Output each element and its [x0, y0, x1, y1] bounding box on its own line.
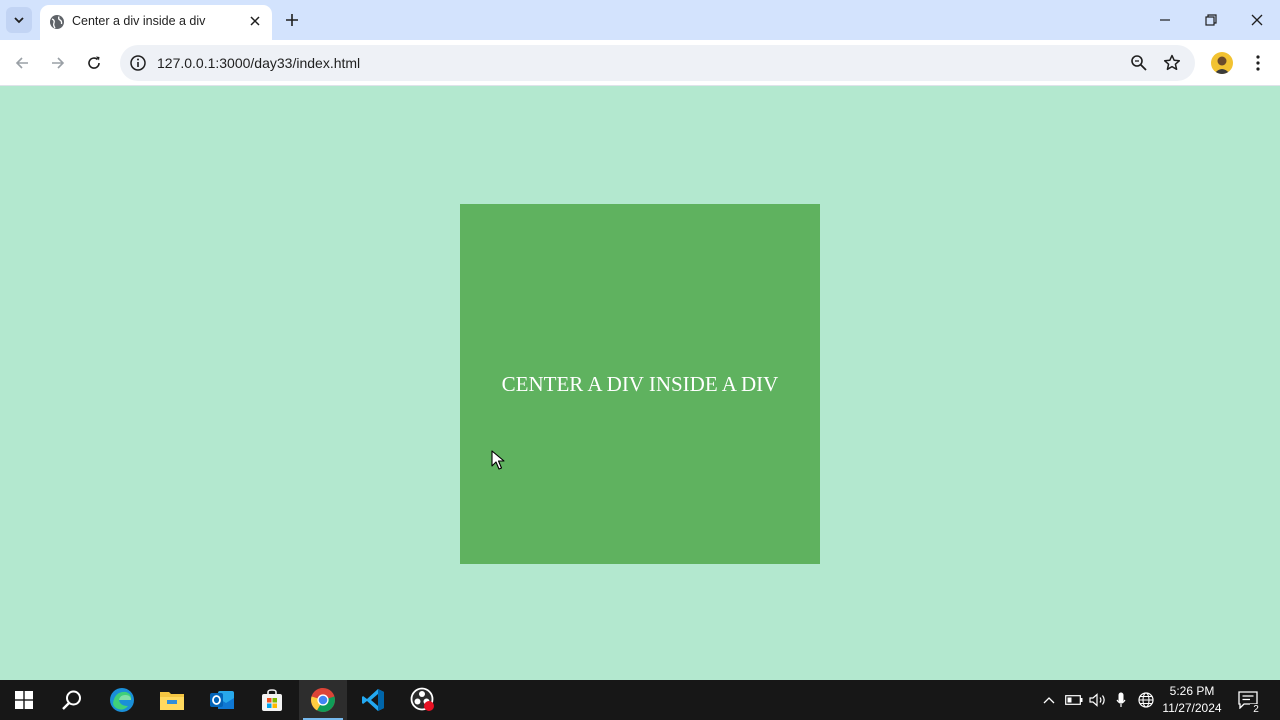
minimize-icon [1160, 19, 1170, 21]
obs-icon [410, 687, 434, 711]
new-tab-button[interactable] [280, 8, 304, 32]
restore-icon [1205, 14, 1217, 26]
chevron-down-icon [14, 17, 24, 24]
person-icon [1214, 56, 1230, 74]
tab-title: Center a div inside a div [72, 14, 206, 28]
window-close-button[interactable] [1234, 0, 1280, 40]
info-icon[interactable] [129, 54, 147, 72]
chevron-up-icon [1043, 697, 1055, 704]
reload-icon [88, 56, 100, 69]
taskbar-clock[interactable]: 5:26 PM 11/27/2024 [1158, 683, 1226, 717]
taskbar-obs[interactable] [399, 680, 447, 720]
tray-microphone[interactable] [1111, 680, 1131, 720]
speaker-icon [1089, 693, 1105, 707]
minimize-button[interactable] [1142, 0, 1188, 40]
outlook-icon [210, 691, 234, 709]
edge-icon [110, 688, 134, 712]
plus-icon [286, 14, 298, 26]
taskbar: 5:26 PM 11/27/2024 2 [0, 680, 1280, 720]
more-vert-icon [1256, 55, 1260, 71]
mouse-cursor-icon [491, 450, 505, 470]
profile-avatar[interactable] [1211, 52, 1233, 74]
clock-time: 5:26 PM [1169, 684, 1215, 698]
close-icon [250, 16, 260, 26]
start-button[interactable] [0, 680, 48, 720]
star-icon[interactable] [1162, 53, 1182, 73]
centered-box: CENTER A DIV INSIDE A DIV [460, 204, 820, 564]
taskbar-outlook[interactable] [198, 680, 246, 720]
globe-icon [50, 15, 64, 29]
box-text: CENTER A DIV INSIDE A DIV [501, 371, 779, 396]
forward-button[interactable] [44, 49, 72, 77]
microphone-icon [1116, 692, 1126, 707]
taskbar-file-explorer[interactable] [148, 680, 196, 720]
file-explorer-icon [160, 692, 184, 710]
vscode-icon [362, 689, 384, 711]
tray-overflow-button[interactable] [1040, 680, 1058, 720]
zoom-icon[interactable] [1129, 53, 1149, 73]
browser-tab-active[interactable]: Center a div inside a div [40, 5, 272, 40]
tab-search-button[interactable] [6, 7, 32, 33]
store-icon [262, 689, 282, 711]
taskbar-edge[interactable] [98, 680, 146, 720]
back-button[interactable] [8, 49, 36, 77]
globe-icon [1138, 692, 1154, 708]
close-icon [1251, 14, 1263, 26]
chrome-icon [311, 688, 335, 712]
windows-start-icon [15, 691, 33, 709]
notification-count: 2 [1250, 704, 1262, 716]
taskbar-store[interactable] [248, 680, 296, 720]
notification-center-button[interactable]: 2 [1234, 680, 1262, 720]
tab-close-button[interactable] [245, 11, 265, 31]
tab-strip: Center a div inside a div [0, 0, 1280, 40]
back-arrow-icon [15, 57, 28, 69]
search-icon [62, 690, 81, 710]
clock-date: 11/27/2024 [1162, 701, 1222, 715]
taskbar-search-button[interactable] [48, 680, 96, 720]
address-bar[interactable]: 127.0.0.1:3000/day33/index.html [120, 45, 1195, 81]
tray-volume[interactable] [1087, 680, 1109, 720]
browser-menu-button[interactable] [1248, 52, 1268, 74]
restore-button[interactable] [1188, 0, 1234, 40]
taskbar-chrome[interactable] [299, 680, 347, 720]
forward-arrow-icon [52, 57, 65, 69]
page-viewport: CENTER A DIV INSIDE A DIV [0, 87, 1280, 680]
address-url[interactable]: 127.0.0.1:3000/day33/index.html [157, 55, 360, 71]
battery-icon [1065, 695, 1083, 705]
browser-toolbar: 127.0.0.1:3000/day33/index.html [0, 40, 1280, 86]
taskbar-vscode[interactable] [349, 680, 397, 720]
tray-battery[interactable] [1063, 680, 1085, 720]
reload-button[interactable] [80, 49, 108, 77]
tray-network[interactable] [1135, 680, 1157, 720]
